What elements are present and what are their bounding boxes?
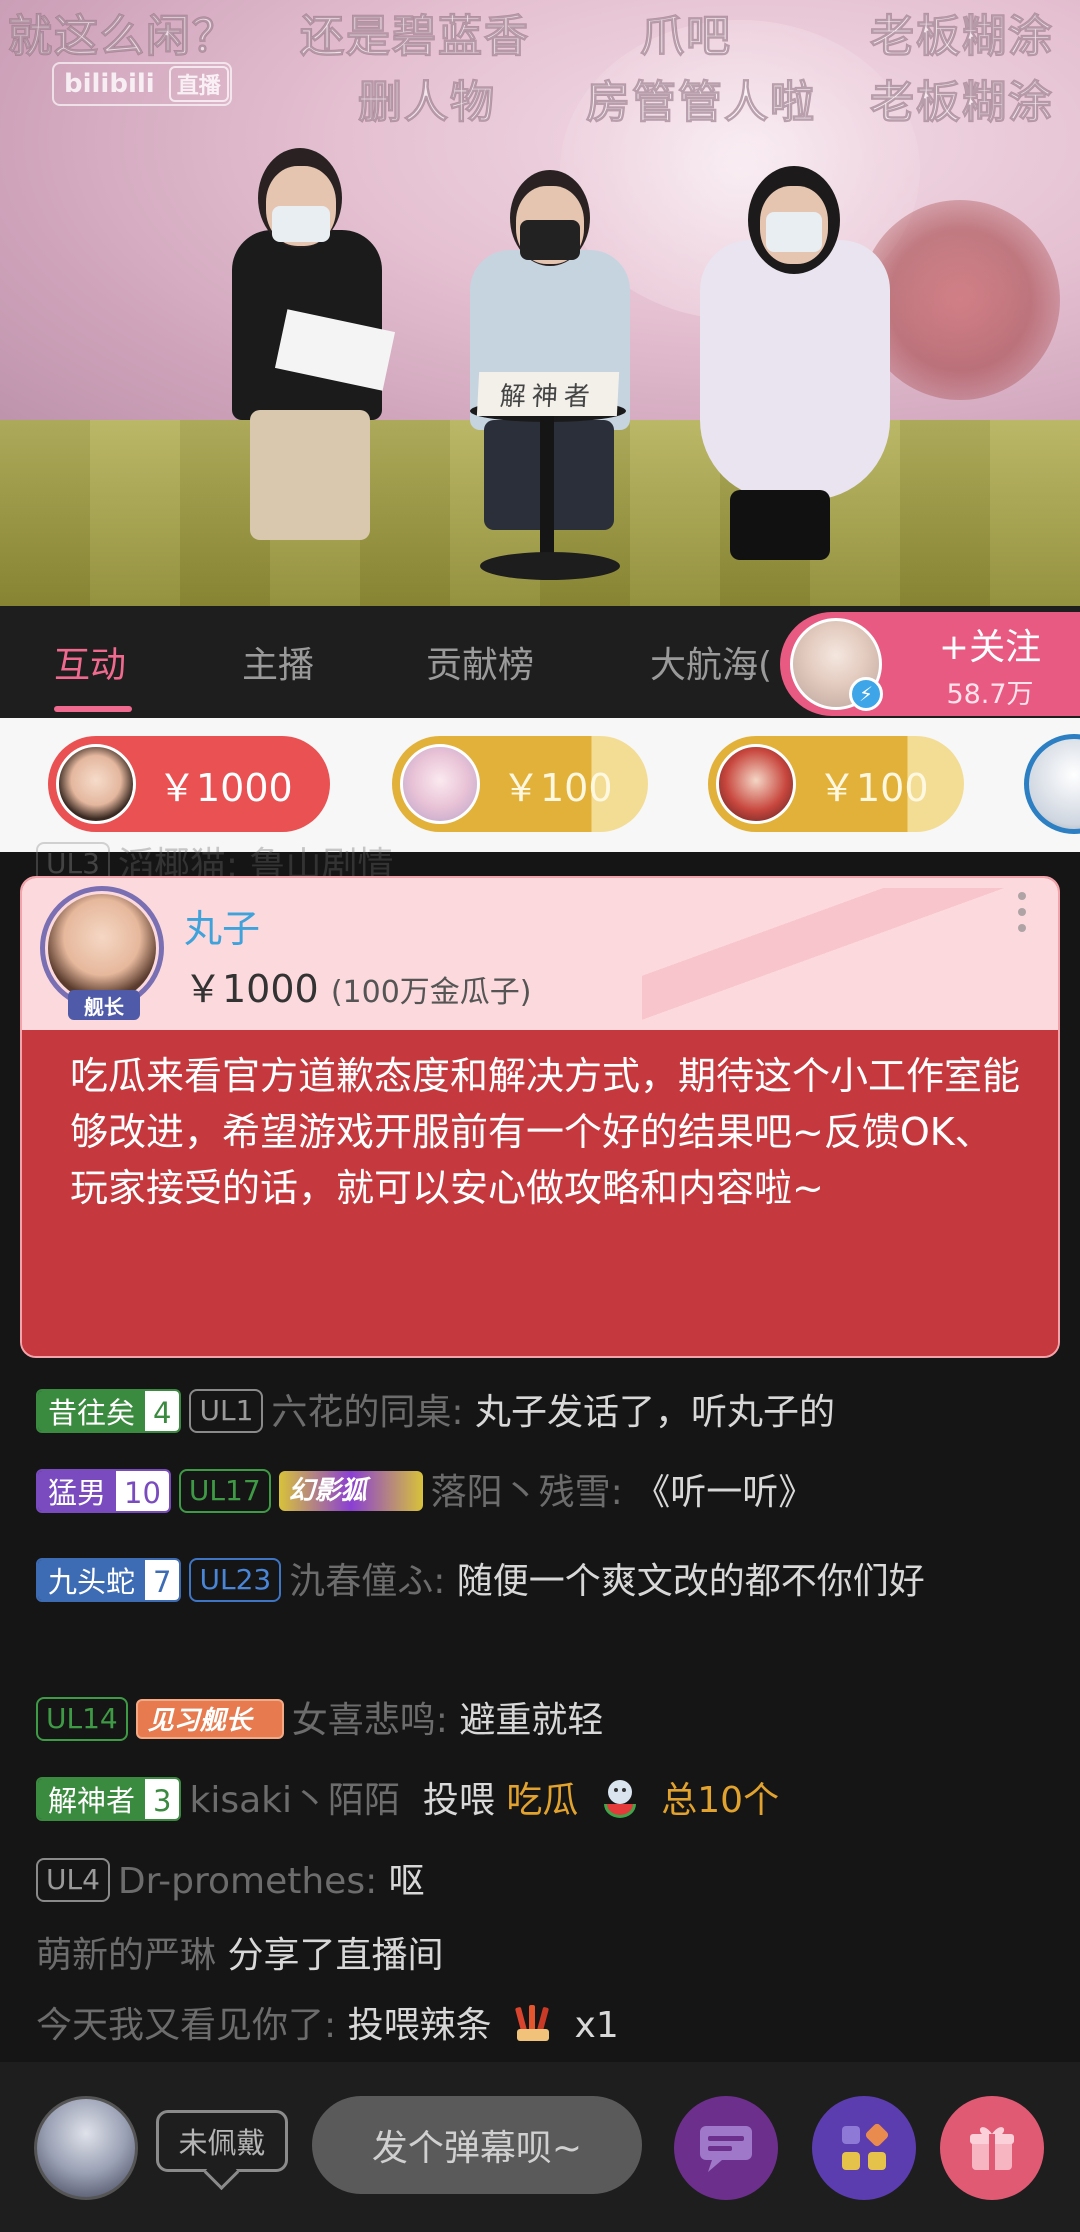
follower-count: 58.7万 xyxy=(946,679,1034,710)
gift-action: 投喂 xyxy=(422,1780,495,1821)
lightning-icon: ⚡ xyxy=(849,677,883,711)
anime-art-fox xyxy=(860,200,1060,400)
send-gift-button[interactable] xyxy=(940,2096,1044,2200)
spicy-strip-gift-icon xyxy=(515,2005,550,2041)
apps-grid-icon xyxy=(842,2123,889,2170)
superchat-card[interactable]: 舰长 丸子 ￥1000 (100万金瓜子) 吃瓜来看官方道歉态度和解决方式，期待… xyxy=(20,876,1060,1358)
chat-message: 昔往矣 4 UL1 六花的同桌: 丸子发话了，听丸子的 xyxy=(36,1389,1046,1437)
chat-username[interactable]: 氿春僮ふ: xyxy=(289,1561,445,1602)
fan-medal[interactable]: 解神者 3 xyxy=(36,1777,182,1821)
gift-message: 解神者 3 kisaki丶陌陌 投喂 吃瓜 总10个 xyxy=(36,1777,1046,1826)
user-title-badge: 见习舰长 xyxy=(135,1699,284,1739)
superchat-user-avatar xyxy=(400,744,480,824)
chat-message: UL4 Dr-promethes: 呕 xyxy=(36,1858,1046,1906)
gift-count: x1 xyxy=(574,2005,619,2046)
danmaku-text: 删人物 xyxy=(358,77,496,129)
chat-text: 呕 xyxy=(388,1861,425,1902)
chat-bubble-icon xyxy=(700,2126,752,2172)
table-base xyxy=(480,552,620,580)
chat-username[interactable]: 落阳丶残雪: xyxy=(431,1472,623,1513)
gift-message: 今天我又看见你了: 投喂辣条 x1 xyxy=(36,2002,1046,2051)
user-level-badge: UL4 xyxy=(36,1858,110,1902)
melon-gift-icon xyxy=(603,1780,636,1818)
fan-medal[interactable]: 猛男 10 xyxy=(36,1469,171,1513)
danmaku-text: 就这么闲？ xyxy=(8,11,238,63)
superchat-pill[interactable]: ￥100 xyxy=(708,736,964,832)
fan-medal[interactable]: 九头蛇 7 xyxy=(36,1558,182,1602)
chat-text: 投喂辣条 xyxy=(347,2005,492,2046)
danmaku-text: 房管管人啦 xyxy=(586,77,816,129)
chat-message: 九头蛇 7 UL23 氿春僮ふ: 随便一个爽文改的都不你们好 xyxy=(36,1550,1046,1614)
user-level-badge: UL14 xyxy=(36,1697,128,1741)
danmaku-text: 老板糊涂 xyxy=(870,77,1054,129)
active-tab-indicator xyxy=(54,706,132,712)
chat-text: 分享了直播间 xyxy=(227,1935,444,1976)
tab-guard[interactable]: 大航海( xyxy=(650,606,772,718)
gift-box-icon xyxy=(970,2127,1014,2170)
tab-streamer[interactable]: 主播 xyxy=(242,606,314,718)
user-level-badge: UL23 xyxy=(189,1558,282,1602)
gift-total: 总10个 xyxy=(661,1780,780,1821)
more-features-button[interactable] xyxy=(812,2096,916,2200)
fan-medal[interactable]: 昔往矣 4 xyxy=(36,1389,182,1433)
chat-text: 《听一听》 xyxy=(634,1472,815,1513)
chat-message: 猛男 10 UL17 幻影狐 落阳丶残雪: 《听一听》 xyxy=(36,1469,1046,1517)
chat-text: 丸子发话了，听丸子的 xyxy=(474,1392,835,1433)
superchat-amount: ￥1000 xyxy=(158,765,293,810)
table-sign: 解神者 xyxy=(476,372,620,416)
superchat-price: ￥1000 (100万金瓜子) xyxy=(184,967,532,1011)
share-message: 萌新的严琳 分享了直播间 xyxy=(36,1932,1046,1980)
live-video-player[interactable]: 就这么闲？ 还是碧蓝香 爪吧 老板糊涂 删人物 房管管人啦 老板糊涂 bilib… xyxy=(0,0,1080,606)
captain-badge: 舰长 xyxy=(68,990,140,1020)
bilibili-live-logo: bilibili 直播 xyxy=(52,62,232,106)
tab-interaction[interactable]: 互动 xyxy=(54,606,126,718)
superchat-pill[interactable]: ￥100 xyxy=(392,736,648,832)
table-leg xyxy=(540,414,554,564)
chat-username[interactable]: Dr-promethes: xyxy=(118,1861,377,1902)
card-decoration xyxy=(642,888,1058,1028)
user-level-badge: UL17 xyxy=(178,1469,271,1513)
danmaku-text: 还是碧蓝香 xyxy=(300,11,530,63)
chat-message: UL14 见习舰长 女喜悲鸣: 避重就轻 xyxy=(36,1697,1046,1745)
superchat-amount: ￥100 xyxy=(502,765,613,810)
danmaku-input[interactable]: 发个弹幕呗~ xyxy=(312,2096,642,2194)
superchat-user-avatar xyxy=(716,744,796,824)
danmaku-text: 老板糊涂 xyxy=(870,11,1054,63)
follow-label[interactable]: +关注 xyxy=(900,618,1080,670)
logo-tag: 直播 xyxy=(168,66,229,102)
chat-text: 随便一个爽文改的都不你们好 xyxy=(456,1561,925,1602)
wear-medal-button[interactable]: 未佩戴 xyxy=(156,2110,288,2172)
chat-username[interactable]: 六花的同桌: xyxy=(271,1392,463,1433)
user-title-badge: 幻影狐 xyxy=(278,1471,423,1511)
chat-username[interactable]: 女喜悲鸣: xyxy=(292,1700,448,1741)
logo-text: bilibili xyxy=(64,69,155,99)
superchat-pill[interactable]: ￥1000 xyxy=(48,736,330,832)
superchat-amount: ￥100 xyxy=(818,765,929,810)
live-room-screen: 就这么闲？ 还是碧蓝香 爪吧 老板糊涂 删人物 房管管人啦 老板糊涂 bilib… xyxy=(0,0,1080,2232)
chat-username[interactable]: kisaki丶陌陌 xyxy=(189,1780,400,1821)
superchat-message: 吃瓜来看官方道歉态度和解决方式，期待这个小工作室能够改进，希望游戏开服前有一个好… xyxy=(70,1054,1021,1210)
superchat-card-header xyxy=(22,878,1058,1030)
streamer-avatar[interactable]: ⚡ xyxy=(790,618,883,711)
my-avatar[interactable] xyxy=(34,2096,138,2200)
danmaku-text: 爪吧 xyxy=(640,11,732,63)
superchat-username[interactable]: 丸子 xyxy=(184,898,260,953)
tab-contribution-rank[interactable]: 贡献榜 xyxy=(426,606,534,718)
chat-username[interactable]: 今天我又看见你了: xyxy=(36,2005,336,2046)
chat-text: 避重就轻 xyxy=(459,1700,604,1741)
danmaku-settings-button[interactable] xyxy=(674,2096,778,2200)
more-options-icon[interactable] xyxy=(1018,892,1028,940)
chat-username[interactable]: 萌新的严琳 xyxy=(36,1935,216,1976)
gift-name: 吃瓜 xyxy=(506,1780,579,1821)
superchat-user-avatar xyxy=(56,744,136,824)
user-level-badge: UL1 xyxy=(189,1389,264,1433)
